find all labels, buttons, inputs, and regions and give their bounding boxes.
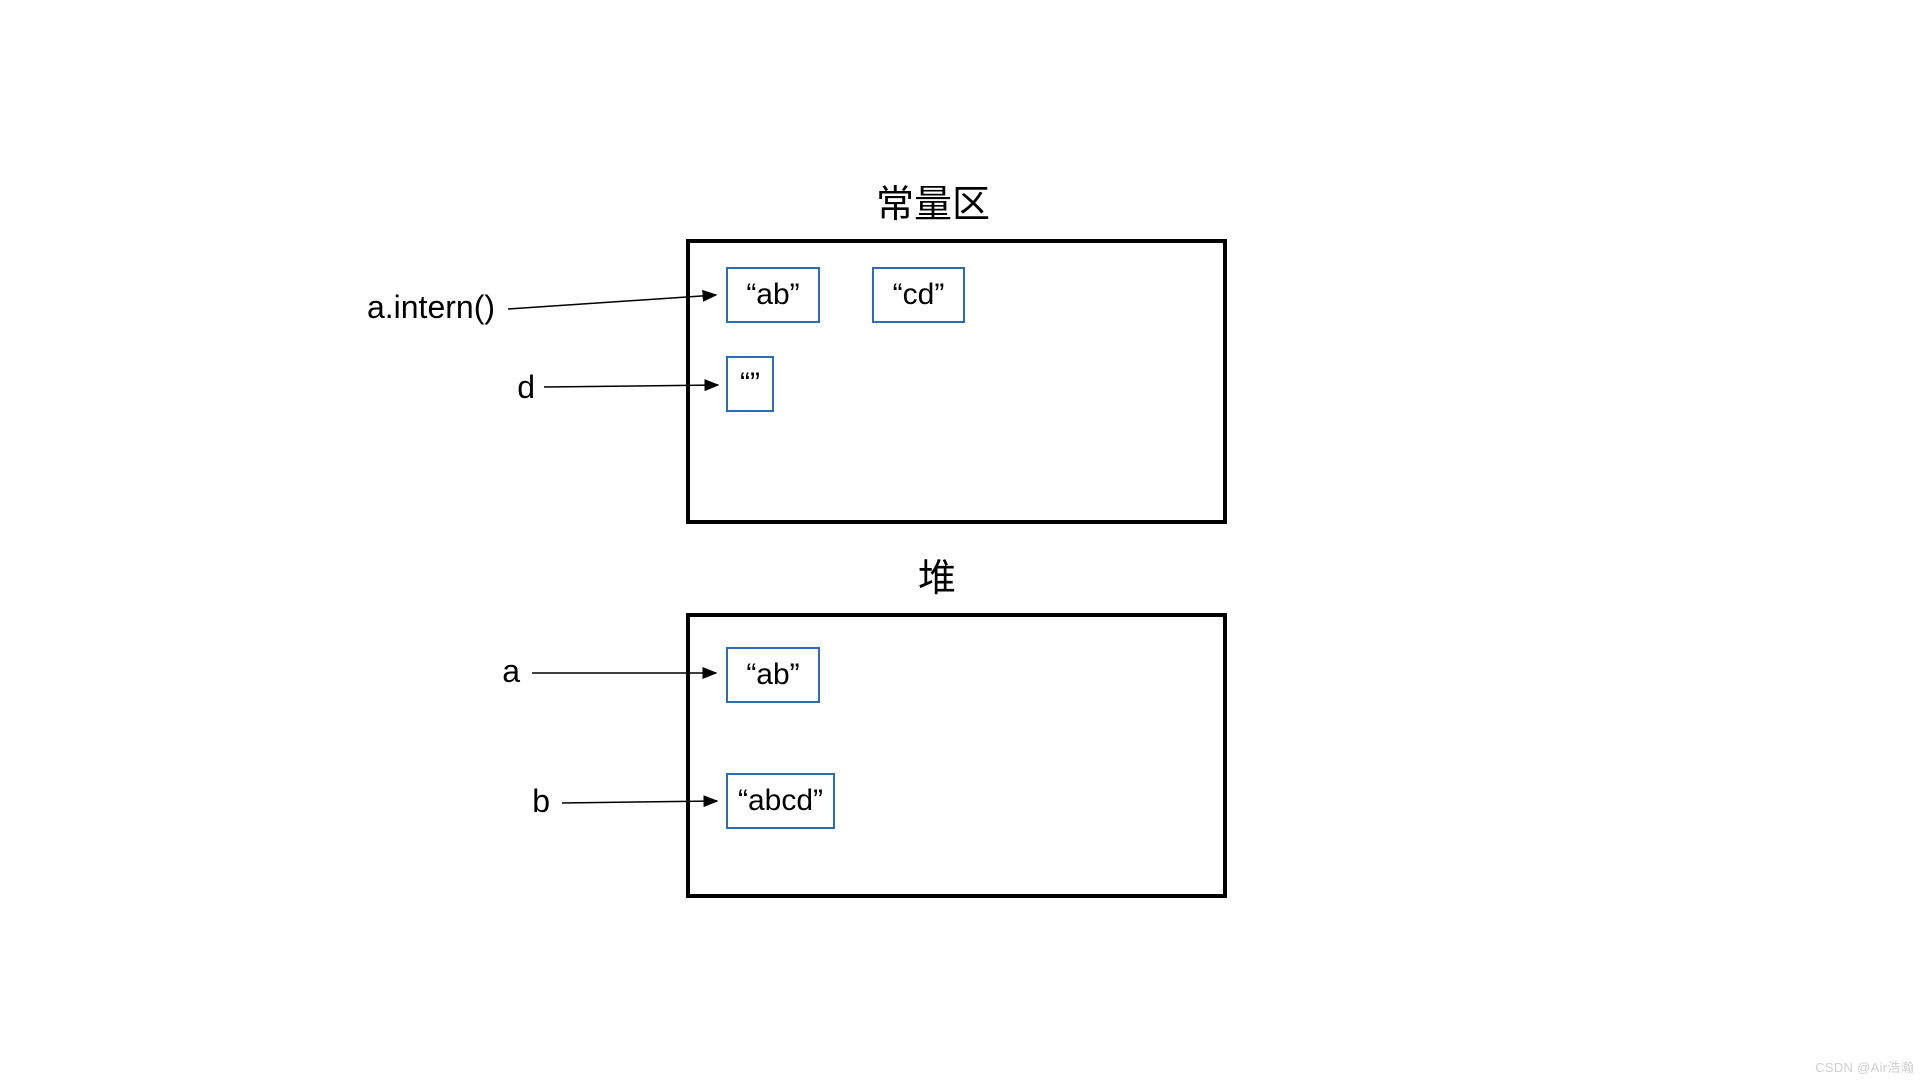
heap-region: “ab” “abcd”	[686, 613, 1227, 898]
heap-cell-ab: “ab”	[726, 647, 820, 703]
constant-cell-cd: “cd”	[872, 267, 965, 323]
constant-cell-empty: “”	[726, 356, 774, 412]
arrow-a-intern-to-ab	[508, 295, 716, 309]
constant-area-region: “ab” “cd” “”	[686, 239, 1227, 524]
label-a-intern: a.intern()	[335, 289, 495, 326]
heap-title: 堆	[918, 547, 956, 602]
constant-area-title: 常量区	[876, 173, 990, 228]
label-b: b	[490, 783, 550, 820]
diagram-stage: 常量区 堆 “ab” “cd” “” “ab” “abcd” a.intern(…	[230, 147, 1690, 933]
heap-cell-abcd: “abcd”	[726, 773, 835, 829]
watermark: CSDN @Air浩瀚	[1815, 1057, 1914, 1076]
constant-cell-ab: “ab”	[726, 267, 820, 323]
label-d: d	[475, 369, 535, 406]
label-a: a	[460, 653, 520, 690]
